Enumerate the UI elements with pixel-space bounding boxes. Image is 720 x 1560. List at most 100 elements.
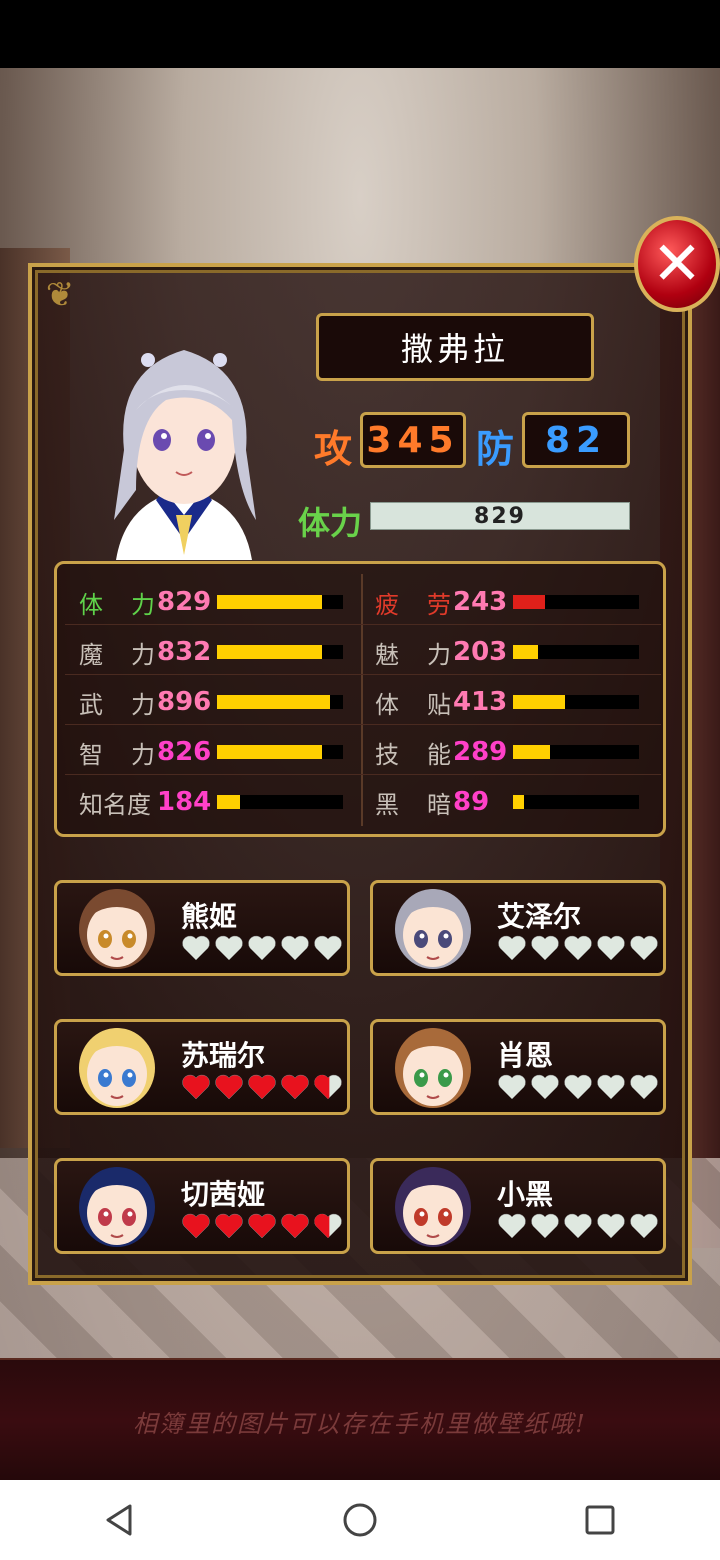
- stat-row: 知名度 184: [79, 782, 343, 822]
- character-avatar: [395, 1028, 471, 1108]
- heart-icon: [597, 1213, 625, 1239]
- character-card[interactable]: 切茜娅: [54, 1158, 350, 1254]
- heart-icon: [248, 1074, 276, 1100]
- stat-label: 智力: [79, 740, 155, 769]
- recents-button[interactable]: [570, 1490, 630, 1550]
- heart-icon: [531, 935, 559, 961]
- character-card[interactable]: 熊姬: [54, 880, 350, 976]
- stat-label: 魔力: [79, 640, 155, 669]
- character-name: 撒弗拉: [316, 313, 594, 381]
- affection-hearts: [181, 1211, 343, 1241]
- attack-value: 345: [360, 412, 466, 468]
- stat-value: 184: [157, 787, 212, 817]
- heart-icon: [215, 1074, 243, 1100]
- affection-hearts: [497, 933, 659, 963]
- stat-value: 413: [453, 687, 508, 717]
- heart-icon: [248, 1213, 276, 1239]
- character-card-name: 切茜娅: [181, 1178, 266, 1211]
- stat-bar-fill: [513, 695, 565, 709]
- stat-value: 832: [157, 637, 212, 667]
- tip-text: 相簿里的图片可以存在手机里做壁纸哦!: [133, 1409, 587, 1438]
- character-card[interactable]: 艾泽尔: [370, 880, 666, 976]
- recents-icon: [585, 1505, 615, 1535]
- stat-row: 疲劳 243: [375, 582, 639, 622]
- stat-bar: [217, 745, 343, 759]
- stat-value: 896: [157, 687, 212, 717]
- character-avatar: [79, 889, 155, 969]
- stat-bar: [513, 595, 639, 609]
- character-card-name: 小黑: [497, 1178, 554, 1211]
- character-card-name: 艾泽尔: [497, 900, 582, 933]
- heart-icon: [314, 935, 342, 961]
- heart-icon: [248, 935, 276, 961]
- navigation-bar: [0, 1480, 720, 1560]
- stat-label: 体贴: [375, 690, 451, 719]
- ornament-icon: ❦: [45, 275, 75, 315]
- stat-value: 89: [453, 787, 490, 817]
- stat-value: 289: [453, 737, 508, 767]
- affection-hearts: [181, 933, 343, 963]
- home-button[interactable]: [330, 1490, 390, 1550]
- stat-value: 203: [453, 637, 508, 667]
- character-card[interactable]: 苏瑞尔: [54, 1019, 350, 1115]
- stat-bar-fill: [513, 595, 545, 609]
- character-card[interactable]: 小黑: [370, 1158, 666, 1254]
- stat-label: 疲劳: [375, 590, 451, 619]
- stat-bar-fill: [513, 745, 550, 759]
- stat-row: 技能 289: [375, 732, 639, 772]
- heart-icon: [630, 1074, 658, 1100]
- heart-icon: [630, 1213, 658, 1239]
- heart-icon: [564, 935, 592, 961]
- stat-label: 技能: [375, 740, 451, 769]
- affection-hearts: [497, 1211, 659, 1241]
- stat-bar: [513, 695, 639, 709]
- character-card-name: 苏瑞尔: [181, 1039, 266, 1072]
- stat-bar-fill: [217, 595, 322, 609]
- stat-row: 黑暗 89: [375, 782, 639, 822]
- heart-icon: [182, 935, 210, 961]
- heart-icon: [597, 1074, 625, 1100]
- stat-bar-fill: [513, 795, 525, 809]
- character-card[interactable]: 肖恩: [370, 1019, 666, 1115]
- back-button[interactable]: [90, 1490, 150, 1550]
- stat-row: 武力 896: [79, 682, 343, 722]
- heart-icon: [314, 1213, 342, 1239]
- heart-icon: [564, 1213, 592, 1239]
- stat-row: 智力 826: [79, 732, 343, 772]
- heart-icon: [215, 1213, 243, 1239]
- stamina-bar: 829: [370, 502, 630, 530]
- stat-bar: [513, 645, 639, 659]
- stat-bar: [217, 595, 343, 609]
- stat-bar-fill: [217, 745, 322, 759]
- character-card-name: 熊姬: [181, 900, 238, 933]
- back-icon: [106, 1504, 132, 1536]
- tip-bar: 相簿里的图片可以存在手机里做壁纸哦!: [0, 1358, 720, 1482]
- character-avatar: [79, 1028, 155, 1108]
- heart-icon: [531, 1213, 559, 1239]
- stats-table: 体力 829 魔力 832 武力 896 智力 826 知名度 184 疲劳 243 魅力 203 体贴 4…: [54, 561, 666, 837]
- close-button[interactable]: ✕: [634, 216, 720, 312]
- heart-icon: [281, 935, 309, 961]
- stat-label: 魅力: [375, 640, 451, 669]
- stat-row: 体贴 413: [375, 682, 639, 722]
- heart-icon: [182, 1213, 210, 1239]
- heart-icon: [498, 935, 526, 961]
- affection-hearts: [181, 1072, 343, 1102]
- defense-label: 防: [476, 427, 515, 471]
- stat-value: 829: [157, 587, 212, 617]
- stat-label: 黑暗: [375, 790, 451, 819]
- character-avatar: [395, 889, 471, 969]
- stat-bar: [513, 745, 639, 759]
- stat-bar-fill: [513, 645, 539, 659]
- stat-bar-fill: [217, 695, 331, 709]
- affection-hearts: [497, 1072, 659, 1102]
- stat-label: 知名度: [79, 790, 151, 819]
- heart-icon: [281, 1213, 309, 1239]
- heart-icon: [597, 935, 625, 961]
- status-bar: [0, 0, 720, 68]
- stat-bar-fill: [217, 795, 240, 809]
- heart-icon: [630, 935, 658, 961]
- heart-icon: [314, 1074, 342, 1100]
- heart-icon: [564, 1074, 592, 1100]
- stamina-label: 体力: [298, 504, 363, 542]
